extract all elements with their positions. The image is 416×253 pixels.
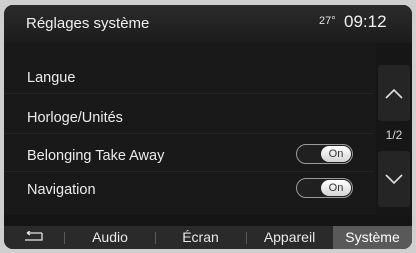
- settings-row-navigation[interactable]: Navigation On: [4, 173, 374, 205]
- chevron-up-icon: [385, 88, 403, 99]
- header-bar: Réglages système 27° 09:12: [4, 5, 412, 43]
- settings-row-langue[interactable]: Langue: [4, 61, 374, 94]
- temperature-readout: 27°: [319, 15, 336, 27]
- navigation-toggle[interactable]: On: [296, 178, 353, 198]
- settings-row-horloge[interactable]: Horloge/Unités: [4, 101, 374, 134]
- tab-divider: [64, 232, 65, 244]
- scroll-down-button[interactable]: [378, 151, 410, 207]
- settings-row-label: Horloge/Unités: [27, 110, 123, 126]
- settings-list: Langue Horloge/Unités Belonging Take Awa…: [4, 43, 376, 215]
- chevron-down-icon: [385, 173, 403, 184]
- settings-row-label: Langue: [27, 70, 76, 86]
- back-arrow-icon: [25, 230, 43, 241]
- toggle-knob: On: [321, 146, 351, 162]
- tab-audio[interactable]: Audio: [66, 226, 154, 249]
- belonging-toggle[interactable]: On: [296, 144, 353, 164]
- scroll-panel: 1/2: [376, 43, 412, 215]
- clock: 09:12: [344, 12, 387, 31]
- settings-row-label: Navigation: [27, 182, 96, 198]
- back-button[interactable]: [4, 226, 62, 249]
- tab-ecran[interactable]: Écran: [156, 226, 245, 249]
- settings-row-label: Belonging Take Away: [27, 148, 165, 164]
- settings-row-belonging[interactable]: Belonging Take Away On: [4, 139, 374, 172]
- toggle-knob: On: [321, 180, 351, 196]
- scroll-up-button[interactable]: [378, 65, 410, 121]
- screen: Réglages système 27° 09:12 Langue Horlog…: [4, 5, 412, 249]
- page-indicator: 1/2: [385, 128, 403, 142]
- page-title: Réglages système: [26, 15, 150, 32]
- bottom-tab-bar: Audio Écran Appareil Système: [4, 226, 412, 249]
- tab-appareil[interactable]: Appareil: [247, 226, 332, 249]
- tab-systeme[interactable]: Système: [333, 226, 412, 249]
